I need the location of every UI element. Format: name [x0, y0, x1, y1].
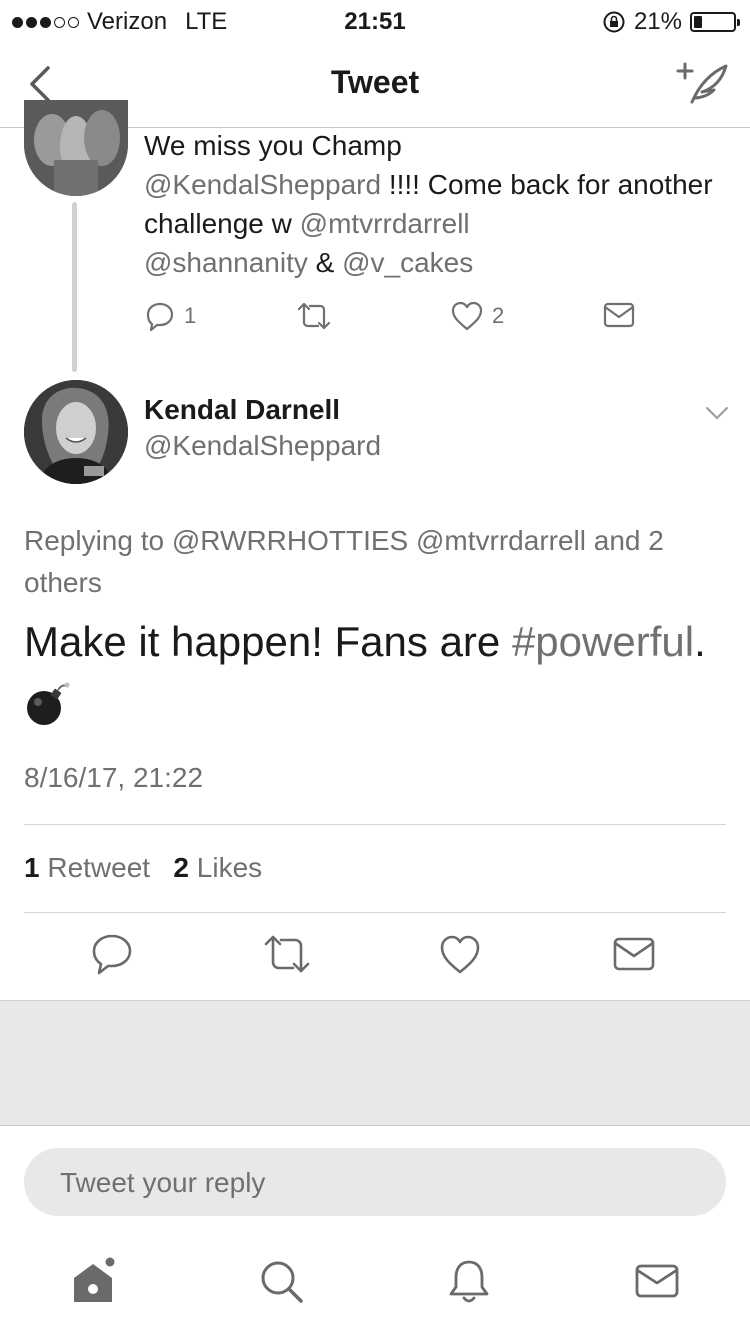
- message-icon[interactable]: [612, 930, 656, 978]
- retweet-count: 1: [24, 852, 40, 883]
- likes-stat[interactable]: 2 Likes: [173, 852, 262, 883]
- avatar-image: [24, 380, 128, 484]
- retweet-label: Retweet: [39, 852, 151, 883]
- parent-reply-button[interactable]: 1: [144, 300, 196, 332]
- replying-to: Replying to @RWRRHOTTIES @mtvrrdarrell a…: [24, 520, 730, 604]
- tweet-period: .: [694, 618, 706, 665]
- tweet-stats: 1 Retweet 2 Likes: [24, 852, 262, 884]
- divider: [24, 824, 726, 825]
- tweet-actions: [0, 930, 750, 986]
- status-bar: Verizon LTE 21:51 21%: [0, 0, 750, 40]
- like-icon[interactable]: [438, 930, 482, 978]
- page-title: Tweet: [330, 64, 420, 100]
- author-name[interactable]: Kendal Darnell: [144, 394, 340, 426]
- author-avatar[interactable]: [24, 380, 128, 484]
- divider: [24, 912, 726, 913]
- hashtag-link[interactable]: #powerful: [512, 618, 694, 665]
- battery-level: [694, 16, 702, 28]
- retweets-stat[interactable]: 1 Retweet: [24, 852, 150, 883]
- orientation-lock-icon: [603, 11, 625, 33]
- parent-retweet-button[interactable]: [296, 300, 332, 332]
- home-icon[interactable]: [68, 1256, 118, 1306]
- parent-avatar[interactable]: [24, 100, 128, 196]
- thread-line: [72, 202, 77, 372]
- mention-link[interactable]: @KendalSheppard: [144, 169, 381, 200]
- status-right: 21%: [602, 8, 740, 36]
- mention-link[interactable]: @mtvrrdarrell: [300, 208, 470, 239]
- replying-prefix: Replying to: [24, 525, 172, 556]
- parent-tweet-line1: We miss you Champ: [144, 130, 402, 161]
- replying-to-link[interactable]: @RWRRHOTTIES @mtvrrdarrell: [172, 525, 586, 556]
- retweet-icon[interactable]: [262, 930, 312, 978]
- tweet-timestamp: 8/16/17, 21:22: [24, 762, 204, 793]
- notifications-icon[interactable]: [444, 1256, 494, 1306]
- author-handle[interactable]: @KendalSheppard: [144, 430, 381, 462]
- bomb-emoji: [27, 682, 70, 725]
- battery-percent: 21%: [633, 8, 682, 35]
- mention-link[interactable]: @shannanity: [144, 247, 308, 278]
- avatar-image: [24, 100, 128, 196]
- parent-like-button[interactable]: 2: [450, 300, 504, 332]
- message-icon: [603, 302, 635, 328]
- search-icon[interactable]: [256, 1256, 306, 1306]
- like-count: 2: [173, 852, 189, 883]
- retweet-icon: [297, 302, 331, 330]
- like-label: Likes: [189, 852, 263, 883]
- reply-placeholder: Tweet your reply: [60, 1167, 266, 1198]
- reply-icon[interactable]: [90, 930, 134, 978]
- mention-link[interactable]: @v_cakes: [342, 247, 473, 278]
- tweet-body: Make it happen! Fans are: [24, 618, 512, 665]
- parent-message-button[interactable]: [602, 300, 636, 330]
- parent-reply-count: 1: [184, 303, 197, 328]
- battery-icon: [690, 12, 740, 32]
- messages-icon[interactable]: [632, 1256, 682, 1306]
- tab-bar: [0, 1246, 750, 1334]
- parent-tweet-text: We miss you Champ @KendalSheppard !!!! C…: [144, 126, 724, 282]
- chevron-down-icon[interactable]: [704, 400, 730, 426]
- like-icon: [451, 301, 483, 331]
- reply-icon: [146, 302, 174, 332]
- parent-like-count: 2: [492, 303, 505, 328]
- compose-icon[interactable]: [674, 58, 730, 108]
- ampersand-text: &: [307, 247, 343, 278]
- parent-tweet-actions: 1 2: [144, 300, 644, 340]
- reply-input[interactable]: Tweet your reply: [24, 1148, 726, 1216]
- tweet-text: Make it happen! Fans are #powerful.: [24, 616, 730, 668]
- empty-replies-area: [0, 1000, 750, 1126]
